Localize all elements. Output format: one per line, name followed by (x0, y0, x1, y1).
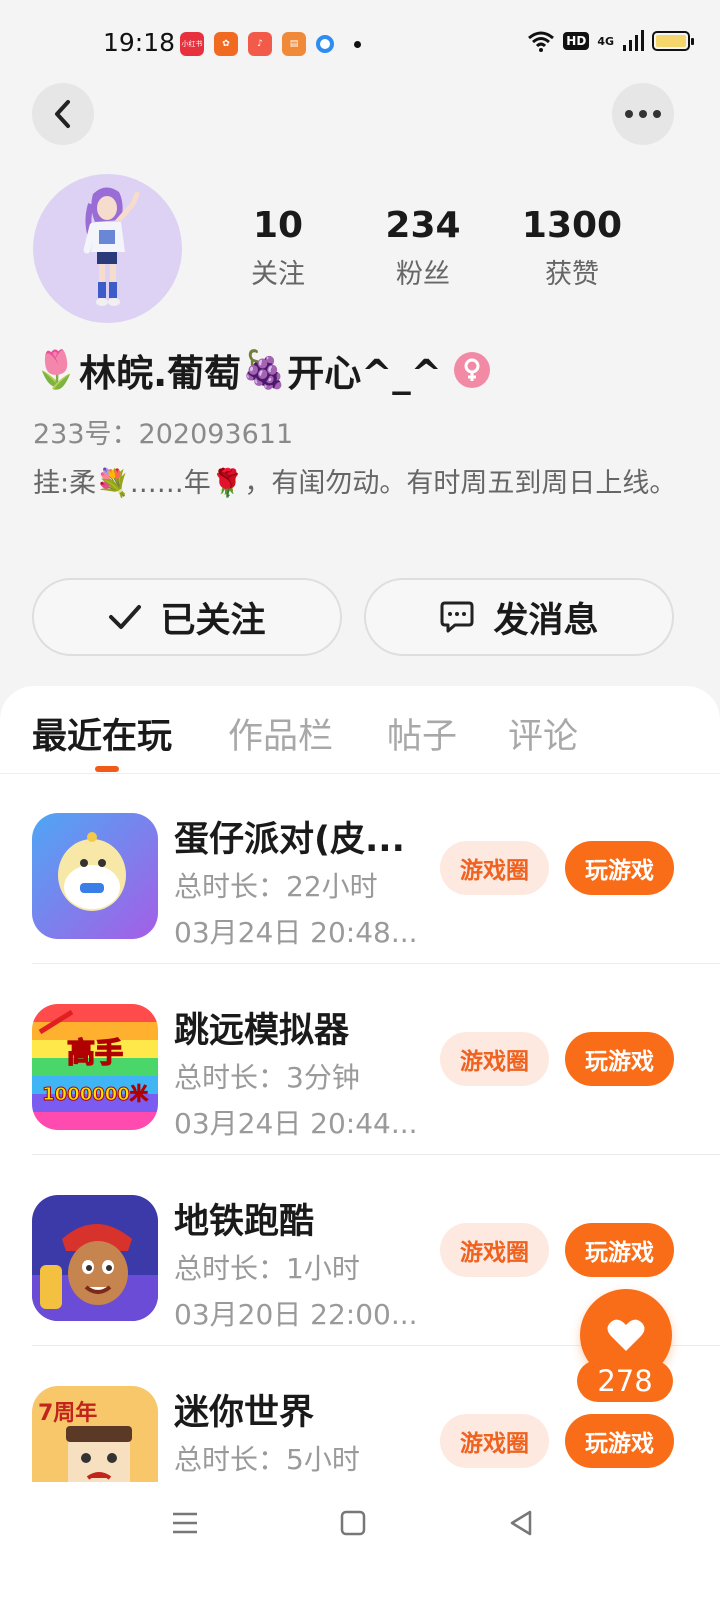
tab-comments[interactable]: 评论 (508, 708, 578, 759)
nickname-main: 林皖.葡萄 (79, 352, 242, 395)
likes-label: 获赞 (545, 259, 599, 290)
following-stat[interactable]: 10 关注 (208, 205, 348, 291)
female-gender-icon (453, 352, 490, 388)
subway-surfers-icon[interactable] (32, 1195, 158, 1321)
following-button-label: 已关注 (160, 600, 266, 641)
user-id: 233号：202093611 (33, 419, 294, 450)
chat-bubble-icon (440, 601, 474, 633)
game-duration: 总时长：3分钟 (174, 1061, 360, 1094)
nickname: 🌷 林皖.葡萄 🍇 开心^_^ (33, 343, 490, 397)
play-game-button[interactable]: 玩游戏 (565, 1414, 674, 1468)
music-app-icon: ♪ (248, 32, 272, 56)
play-game-button[interactable]: 玩游戏 (565, 1223, 674, 1277)
chevron-left-icon (55, 100, 70, 128)
game-circle-button[interactable]: 游戏圈 (440, 1032, 549, 1086)
hd-voice-icon: HD (563, 32, 590, 50)
game-row[interactable]: 高手 1000000米 跳远模拟器 总时长：3分钟 03月24日 20:44..… (0, 964, 720, 1155)
more-dots-icon (625, 110, 661, 118)
checkmark-icon (109, 605, 142, 629)
browser-app-icon (316, 35, 334, 53)
back-button[interactable] (32, 83, 94, 145)
content-panel: 最近在玩 作品栏 帖子 评论 蛋仔派对(皮... 总时长：22小时 03月24日… (0, 686, 720, 1600)
game-circle-button[interactable]: 游戏圈 (440, 1414, 549, 1468)
send-message-label: 发消息 (493, 600, 599, 641)
status-time: 19:18 (103, 28, 176, 57)
home-icon[interactable] (340, 1510, 366, 1536)
game-name: 跳远模拟器 (174, 1011, 350, 1051)
back-nav-icon[interactable] (508, 1510, 534, 1536)
system-status-icons: HD 4G (527, 30, 694, 52)
profile-tabs: 最近在玩 作品栏 帖子 评论 (0, 686, 720, 774)
active-tab-indicator (95, 766, 119, 772)
likes-count: 1300 (521, 205, 623, 246)
notification-icons: 小红书 ✿ ♪ ▤ (180, 32, 361, 56)
bio: 挂:柔💐……年🌹，有闺勿动。有时周五到周日上线。 (33, 468, 677, 499)
game-row[interactable]: 蛋仔派对(皮... 总时长：22小时 03月24日 20:48... 游戏圈 玩… (0, 773, 720, 964)
following-button[interactable]: 已关注 (32, 578, 342, 656)
fans-label: 粉丝 (396, 259, 450, 290)
battery-icon (652, 31, 694, 51)
network-type-label: 4G (597, 34, 614, 48)
like-count: 278 (577, 1360, 673, 1402)
game-name: 地铁跑酷 (174, 1202, 315, 1242)
tulip-emoji: 🌷 (33, 348, 80, 391)
xiaohongshu-app-icon: 小红书 (180, 32, 204, 56)
play-game-button[interactable]: 玩游戏 (565, 1032, 674, 1086)
mini-world-icon-text: 7周年 (38, 1400, 97, 1426)
long-jump-icon-text-top: 高手 (67, 1036, 123, 1069)
fans-stat[interactable]: 234 粉丝 (353, 205, 493, 291)
game-duration: 总时长：5小时 (174, 1443, 360, 1476)
game-name: 蛋仔派对(皮... (174, 820, 405, 860)
wifi-icon (528, 31, 555, 52)
game-last-played: 03月20日 22:00... (174, 1298, 418, 1331)
avatar-character-image (83, 187, 140, 306)
game-duration: 总时长：22小时 (174, 870, 378, 903)
game-duration: 总时长：1小时 (174, 1252, 360, 1285)
status-bar: 19:18 小红书 ✿ ♪ ▤ HD 4G (0, 0, 720, 88)
system-navigation-bar (0, 1482, 720, 1600)
long-jump-icon[interactable]: 高手 1000000米 (32, 1004, 158, 1130)
tab-posts[interactable]: 帖子 (387, 708, 457, 759)
fans-count: 234 (385, 205, 461, 246)
menu-icon[interactable] (172, 1510, 198, 1536)
nickname-suffix: 开心^_^ (287, 352, 442, 395)
kuaishou-app-icon: ✿ (214, 32, 238, 56)
tab-recently-played[interactable]: 最近在玩 (32, 708, 172, 759)
play-game-button[interactable]: 玩游戏 (565, 841, 674, 895)
reader-app-icon: ▤ (282, 32, 306, 56)
game-last-played: 03月24日 20:48... (174, 916, 418, 949)
send-message-button[interactable]: 发消息 (364, 578, 674, 656)
following-label: 关注 (251, 259, 305, 290)
game-name: 迷你世界 (174, 1393, 315, 1433)
signal-icon (623, 30, 644, 51)
avatar[interactable] (33, 174, 182, 323)
eggy-party-icon[interactable] (32, 813, 158, 939)
long-jump-icon-text-bottom: 1000000米 (42, 1083, 149, 1105)
more-notifications-dot (354, 40, 361, 48)
more-options-button[interactable] (612, 83, 674, 145)
following-count: 10 (252, 205, 304, 246)
heart-icon (607, 1319, 645, 1351)
grape-emoji: 🍇 (241, 348, 288, 391)
game-circle-button[interactable]: 游戏圈 (440, 1223, 549, 1277)
game-last-played: 03月24日 20:44... (174, 1107, 418, 1140)
likes-stat[interactable]: 1300 获赞 (502, 205, 642, 291)
tab-works[interactable]: 作品栏 (228, 708, 333, 759)
game-circle-button[interactable]: 游戏圈 (440, 841, 549, 895)
